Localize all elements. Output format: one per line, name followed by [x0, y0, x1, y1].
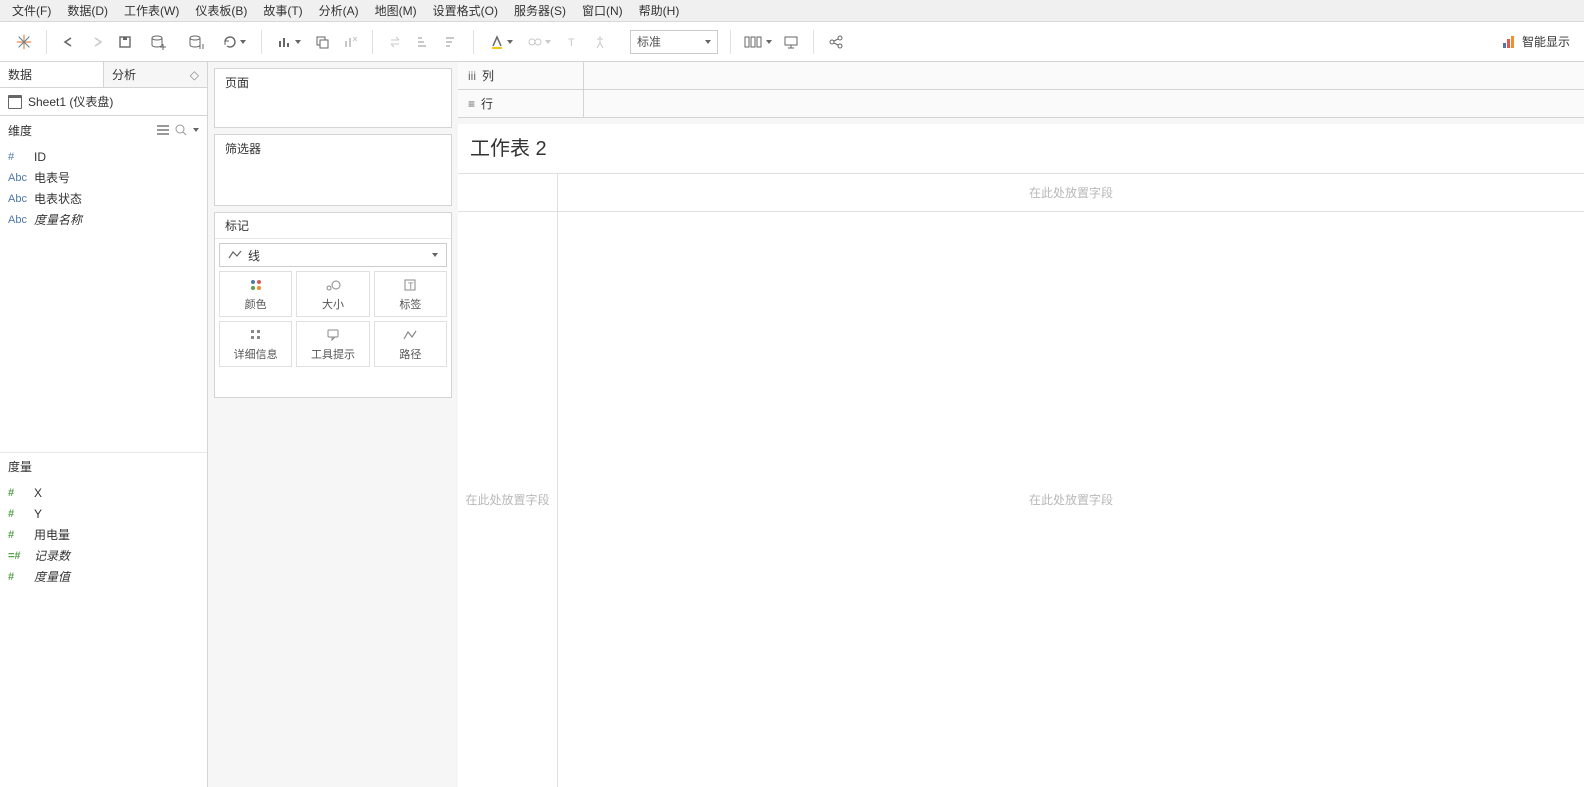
filters-title: 筛选器	[215, 135, 451, 161]
sheet-canvas[interactable]: 在此处放置字段 在此处放置字段 在此处放置字段	[458, 173, 1584, 787]
menu-format[interactable]: 设置格式(O)	[425, 0, 506, 21]
cards-pane: 页面 筛选器 标记 线 颜色 大小 T标签 详细信息 工具提示 路径	[208, 62, 458, 787]
mark-size[interactable]: 大小	[296, 271, 369, 317]
filters-card[interactable]: 筛选器	[214, 134, 452, 206]
field-measure[interactable]: #Y	[0, 503, 207, 524]
datasource-icon	[8, 95, 22, 109]
menu-story[interactable]: 故事(T)	[255, 0, 310, 21]
show-cards-icon[interactable]	[739, 28, 777, 56]
view-area: iii 列 ≡ 行 工作表 2 在此处放置字段 在此处放置字段 在此处放置字段	[458, 62, 1584, 787]
tab-data[interactable]: 数据	[0, 62, 103, 87]
menu-data[interactable]: 数据(D)	[59, 0, 116, 21]
fit-dropdown[interactable]: 标准	[630, 30, 718, 54]
measures-list: #X #Y #用电量 =#记录数 #度量值	[0, 480, 207, 787]
dimensions-list: #ID Abc电表号 Abc电表状态 Abc度量名称	[0, 144, 207, 232]
text-label-icon[interactable]: T	[558, 28, 586, 56]
path-icon	[403, 327, 417, 343]
field-measure[interactable]: #度量值	[0, 566, 207, 587]
size-icon	[325, 277, 341, 293]
tooltip-icon	[326, 327, 340, 343]
fit-dropdown-label: 标准	[637, 33, 661, 50]
pin-icon[interactable]	[586, 28, 614, 56]
sort-asc-icon[interactable]	[409, 28, 437, 56]
datasource-name: Sheet1 (仪表盘)	[28, 93, 113, 110]
columns-icon: iii	[468, 69, 476, 83]
chevron-down-icon[interactable]	[193, 128, 199, 132]
undo-icon[interactable]	[55, 28, 83, 56]
menu-file[interactable]: 文件(F)	[4, 0, 59, 21]
pages-title: 页面	[215, 69, 451, 95]
mark-color[interactable]: 颜色	[219, 271, 292, 317]
data-pane: 数据 分析◇ Sheet1 (仪表盘) 维度 #ID Abc电表号 Abc电表状…	[0, 62, 208, 787]
datasource-row[interactable]: Sheet1 (仪表盘)	[0, 88, 207, 116]
clear-icon[interactable]	[336, 28, 364, 56]
field-measure[interactable]: #用电量	[0, 524, 207, 545]
chevron-down-icon	[705, 40, 711, 44]
chevron-down-icon	[432, 253, 438, 257]
field-dimension[interactable]: #ID	[0, 146, 207, 167]
field-measure[interactable]: =#记录数	[0, 545, 207, 566]
marks-title: 标记	[215, 213, 451, 239]
tableau-logo-icon[interactable]	[10, 28, 38, 56]
columns-shelf[interactable]: iii 列	[458, 62, 1584, 90]
dimensions-header: 维度	[0, 116, 207, 144]
marks-card: 标记 线 颜色 大小 T标签 详细信息 工具提示 路径	[214, 212, 452, 398]
sort-desc-icon[interactable]	[437, 28, 465, 56]
svg-text:T: T	[568, 37, 575, 49]
menu-server[interactable]: 服务器(S)	[506, 0, 574, 21]
toolbar: T 标准 智能显示	[0, 22, 1584, 62]
highlight-icon[interactable]	[482, 28, 520, 56]
mark-detail[interactable]: 详细信息	[219, 321, 292, 367]
mark-label[interactable]: T标签	[374, 271, 447, 317]
pages-card[interactable]: 页面	[214, 68, 452, 128]
pause-data-icon[interactable]	[177, 28, 215, 56]
duplicate-icon[interactable]	[308, 28, 336, 56]
menu-map[interactable]: 地图(M)	[367, 0, 425, 21]
menu-bar: 文件(F) 数据(D) 工作表(W) 仪表板(B) 故事(T) 分析(A) 地图…	[0, 0, 1584, 22]
save-icon[interactable]	[111, 28, 139, 56]
show-me-button[interactable]: 智能显示	[1492, 33, 1580, 50]
menu-worksheet[interactable]: 工作表(W)	[116, 0, 187, 21]
sheet-title[interactable]: 工作表 2	[458, 124, 1584, 169]
field-dimension[interactable]: Abc电表号	[0, 167, 207, 188]
menu-dashboard[interactable]: 仪表板(B)	[187, 0, 255, 21]
line-icon	[228, 250, 242, 260]
field-dimension[interactable]: Abc度量名称	[0, 209, 207, 230]
refresh-icon[interactable]	[215, 28, 253, 56]
mark-tooltip[interactable]: 工具提示	[296, 321, 369, 367]
list-view-icon[interactable]	[157, 124, 169, 136]
tab-analysis[interactable]: 分析◇	[103, 62, 207, 87]
new-datasource-icon[interactable]	[139, 28, 177, 56]
columns-drop[interactable]	[584, 62, 1584, 89]
label-icon: T	[403, 277, 417, 293]
detail-icon	[249, 327, 263, 343]
group-icon[interactable]	[520, 28, 558, 56]
share-icon[interactable]	[822, 28, 850, 56]
presentation-icon[interactable]	[777, 28, 805, 56]
field-measure[interactable]: #X	[0, 482, 207, 503]
show-me-label: 智能显示	[1522, 33, 1570, 50]
menu-help[interactable]: 帮助(H)	[631, 0, 688, 21]
menu-analysis[interactable]: 分析(A)	[311, 0, 367, 21]
mark-type-dropdown[interactable]: 线	[219, 243, 447, 267]
rows-shelf[interactable]: ≡ 行	[458, 90, 1584, 118]
rows-icon: ≡	[468, 97, 475, 111]
color-icon	[249, 277, 263, 293]
rows-drop[interactable]	[584, 90, 1584, 117]
drop-columns-hint[interactable]: 在此处放置字段	[558, 174, 1584, 211]
svg-text:T: T	[408, 281, 414, 291]
mark-path[interactable]: 路径	[374, 321, 447, 367]
field-dimension[interactable]: Abc电表状态	[0, 188, 207, 209]
measures-header: 度量	[0, 452, 207, 480]
drop-main-hint[interactable]: 在此处放置字段	[558, 212, 1584, 787]
new-worksheet-icon[interactable]	[270, 28, 308, 56]
search-icon[interactable]	[175, 124, 187, 136]
swap-icon[interactable]	[381, 28, 409, 56]
redo-icon[interactable]	[83, 28, 111, 56]
drop-rows-hint[interactable]: 在此处放置字段	[458, 212, 558, 787]
menu-window[interactable]: 窗口(N)	[574, 0, 631, 21]
show-me-icon	[1502, 35, 1516, 49]
